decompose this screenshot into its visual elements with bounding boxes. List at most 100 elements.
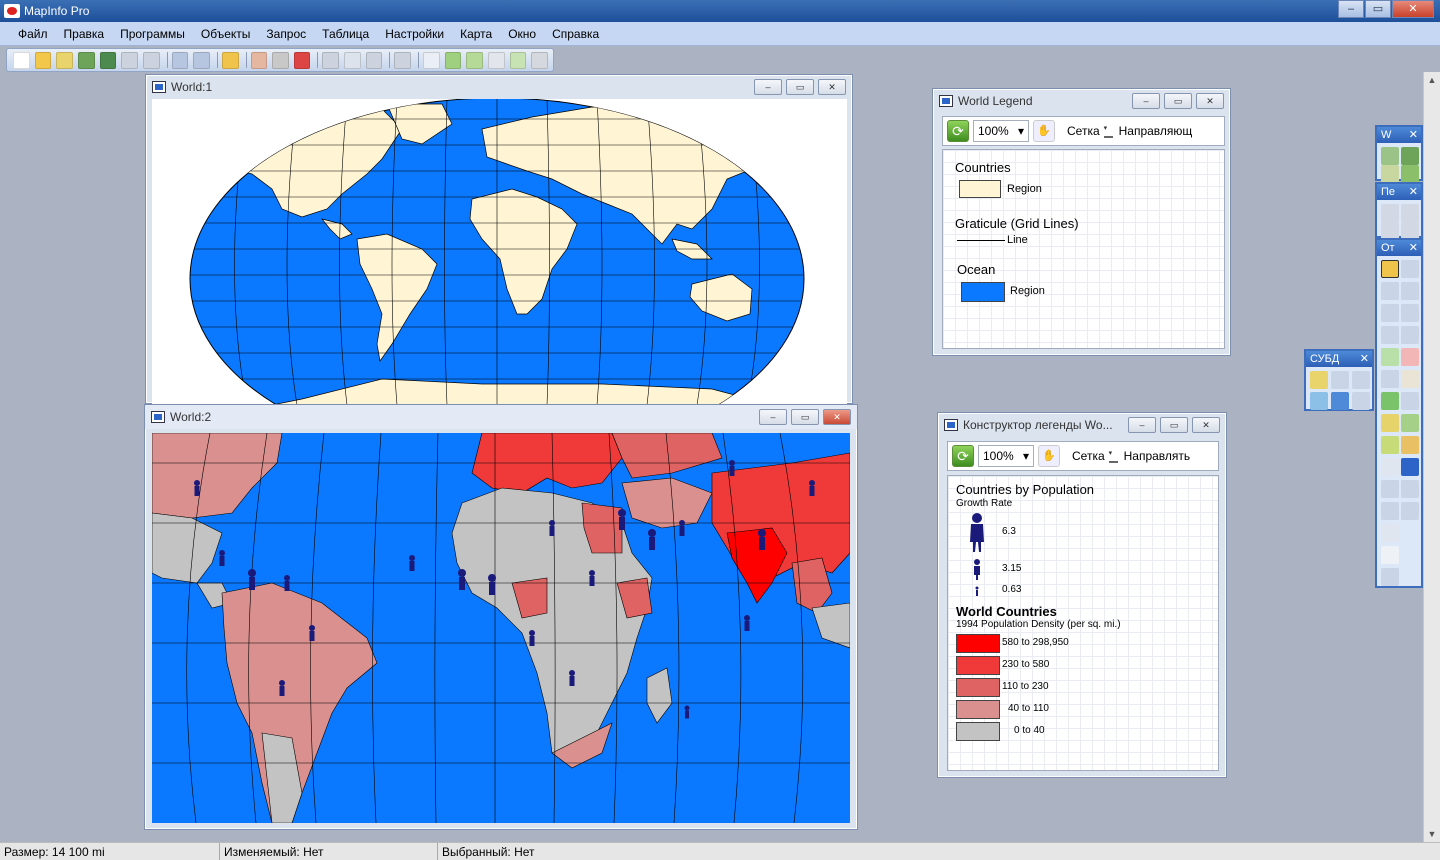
menu-programs[interactable]: Программы <box>120 27 185 41</box>
open-workspace-icon[interactable] <box>56 51 73 69</box>
save-workspace-icon[interactable] <box>193 51 210 69</box>
close-icon[interactable]: ✕ <box>1409 240 1418 256</box>
open-dbms-table-icon[interactable] <box>1310 371 1328 389</box>
close-icon[interactable]: ✕ <box>1409 184 1418 200</box>
legend-designer-window[interactable]: Конструктор легенды Wo... – ▭ ✕ ⟳ 100% ▾ … <box>937 412 1227 778</box>
map-options-icon[interactable] <box>1401 147 1419 165</box>
select-arrow-icon[interactable] <box>1381 260 1399 278</box>
menu-objects[interactable]: Объекты <box>201 27 251 41</box>
sum-icon[interactable] <box>1401 458 1419 476</box>
clip-region-icon[interactable] <box>1381 480 1399 498</box>
clip-off-icon[interactable] <box>1401 480 1419 498</box>
menu-options[interactable]: Настройки <box>385 27 444 41</box>
menu-query[interactable]: Запрос <box>266 27 306 41</box>
close-button[interactable]: ✕ <box>823 409 851 425</box>
unselect-icon[interactable] <box>1401 304 1419 322</box>
reshape-icon[interactable] <box>1401 502 1419 520</box>
set-target-icon[interactable] <box>1381 502 1399 520</box>
grid-toggle[interactable]: Сетка <box>1072 449 1105 463</box>
open-universal-data-icon[interactable] <box>121 51 138 69</box>
new-table-icon[interactable] <box>13 51 30 69</box>
new-layout-icon[interactable] <box>488 51 505 69</box>
open-dbms-icon[interactable] <box>77 51 95 69</box>
legend-canvas[interactable]: Countries Region Graticule (Grid Lines) … <box>942 149 1225 349</box>
change-view-icon[interactable] <box>1381 370 1399 388</box>
pan-hand-icon[interactable]: ✋ <box>1038 445 1060 467</box>
graph-select-icon[interactable] <box>1401 326 1419 344</box>
info-tool-icon[interactable] <box>1381 392 1399 410</box>
menu-help[interactable]: Справка <box>552 27 599 41</box>
statistics-icon[interactable] <box>1381 458 1399 476</box>
boundary-select-icon[interactable] <box>1381 304 1399 322</box>
show-legend-icon[interactable] <box>1381 546 1399 564</box>
new-browser-icon[interactable] <box>423 51 440 69</box>
print-preview-icon[interactable] <box>250 51 268 69</box>
zoom-out-icon[interactable] <box>1401 348 1419 366</box>
legend-designer-icon[interactable] <box>531 51 548 69</box>
print-icon[interactable] <box>272 51 289 69</box>
zoom-select[interactable]: 100% ▾ <box>978 445 1034 467</box>
close-button[interactable]: ✕ <box>1196 93 1224 109</box>
grid-dropdown-icon[interactable]: ▾ <box>1108 449 1118 463</box>
minimize-button[interactable]: – <box>754 79 782 95</box>
new-mapper-icon[interactable] <box>444 51 462 69</box>
menu-file[interactable]: Файл <box>18 27 48 41</box>
guides-toggle[interactable]: Направлять <box>1124 449 1191 463</box>
close-button[interactable]: ✕ <box>1192 417 1220 433</box>
new-graph-icon[interactable] <box>466 51 484 69</box>
dbms-options-icon[interactable] <box>1352 371 1370 389</box>
minimize-button[interactable]: – <box>1338 0 1364 18</box>
scroll-up-arrow-icon[interactable]: ▲ <box>1424 72 1440 88</box>
workspace-vertical-scrollbar[interactable]: ▲ ▼ <box>1423 72 1440 842</box>
close-button[interactable]: ✕ <box>1392 0 1434 18</box>
zoom-select[interactable]: 100% ▾ <box>973 120 1029 142</box>
menu-map[interactable]: Карта <box>460 27 492 41</box>
refresh-icon[interactable]: ⟳ <box>947 120 969 142</box>
grabber-hand-icon[interactable] <box>1401 370 1419 388</box>
guides-toggle[interactable]: Направляющ <box>1119 124 1193 138</box>
grid-dropdown-icon[interactable]: ▾ <box>1103 124 1113 138</box>
refresh-dbms-icon[interactable] <box>1331 371 1349 389</box>
maximize-button[interactable]: ▭ <box>1164 93 1192 109</box>
legend-window-world[interactable]: World Legend – ▭ ✕ ⟳ 100% ▾ ✋ Сетка ▾ Нап… <box>932 88 1231 356</box>
legend-canvas[interactable]: Countries by Population Growth Rate 6.3 … <box>947 475 1219 771</box>
paste-icon[interactable] <box>365 51 383 69</box>
open-web-service-icon[interactable] <box>99 51 117 69</box>
dbms-connect-icon[interactable] <box>1310 392 1328 410</box>
map-packager-icon[interactable] <box>1381 568 1399 586</box>
menu-table[interactable]: Таблица <box>322 27 369 41</box>
minimize-button[interactable]: – <box>1128 417 1156 433</box>
symbol-tool-icon[interactable] <box>1381 204 1399 222</box>
open-folder-icon[interactable] <box>221 51 239 69</box>
map-window-world2[interactable]: World:2 – ▭ ✕ <box>144 404 858 830</box>
maximize-button[interactable]: ▭ <box>1365 0 1391 18</box>
export-pdf-icon[interactable] <box>293 51 311 69</box>
scale-bar-icon[interactable] <box>1381 524 1399 542</box>
marquee-select-icon[interactable] <box>1401 260 1419 278</box>
drag-map-window-icon[interactable] <box>1401 414 1419 432</box>
ruler-icon[interactable] <box>1401 436 1419 454</box>
save-table-icon[interactable] <box>171 51 189 69</box>
maximize-button[interactable]: ▭ <box>791 409 819 425</box>
open-table-icon[interactable] <box>34 51 52 69</box>
minimize-button[interactable]: – <box>1132 93 1160 109</box>
polygon-select-icon[interactable] <box>1401 282 1419 300</box>
minimize-button[interactable]: – <box>759 409 787 425</box>
invert-selection-icon[interactable] <box>1381 326 1399 344</box>
cut-icon[interactable] <box>322 51 340 69</box>
menu-edit[interactable]: Правка <box>64 27 105 41</box>
label-tool-icon[interactable] <box>1381 414 1399 432</box>
map-window-world1[interactable]: World:1 – ▭ ✕ <box>145 74 853 405</box>
line-tool-icon[interactable] <box>1401 204 1419 222</box>
legend-icon[interactable] <box>1381 165 1399 183</box>
close-button[interactable]: ✕ <box>818 79 846 95</box>
new-redistrict-icon[interactable] <box>509 51 527 69</box>
menu-window[interactable]: Окно <box>508 27 536 41</box>
close-icon[interactable]: ✕ <box>1409 127 1418 143</box>
pan-hand-icon[interactable]: ✋ <box>1033 120 1055 142</box>
dbms-disconnect-icon[interactable] <box>1352 392 1370 410</box>
map-canvas-world1[interactable] <box>152 99 847 405</box>
map-canvas-world2[interactable] <box>152 433 850 823</box>
close-icon[interactable]: ✕ <box>1360 351 1369 367</box>
maximize-button[interactable]: ▭ <box>786 79 814 95</box>
